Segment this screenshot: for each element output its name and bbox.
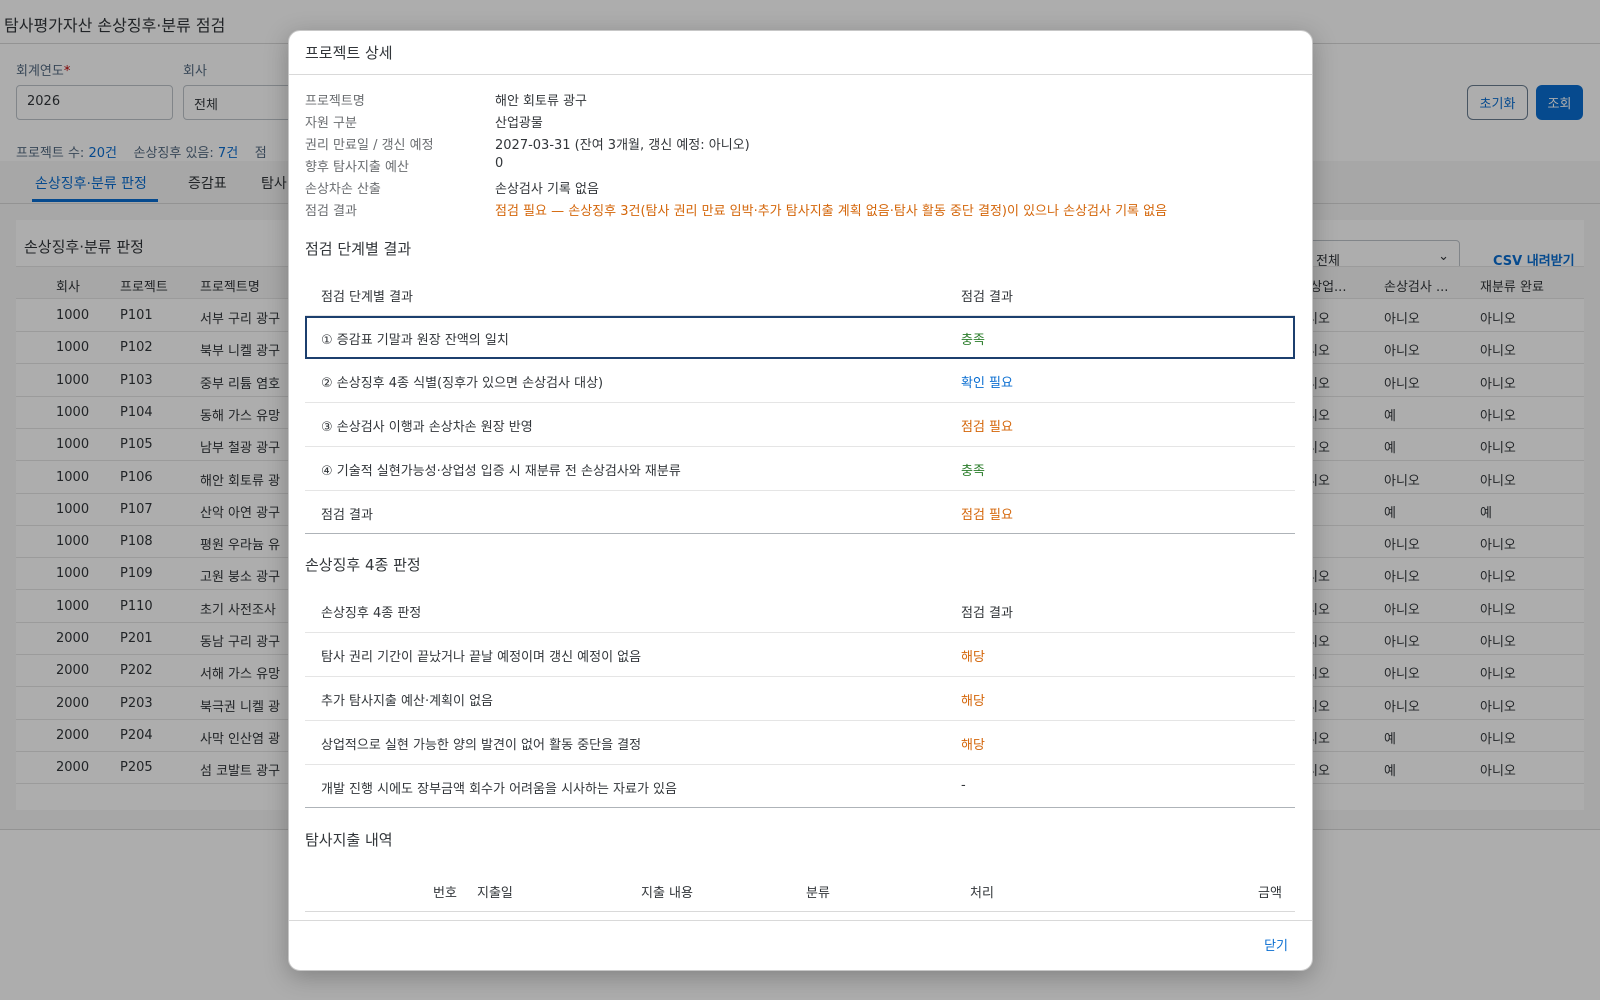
info-value: 2027-03-31 (잔여 3개월, 갱신 예정: 아니오) [495, 138, 750, 153]
step-row[interactable]: ① 증감표 기말과 원장 잔액의 일치 충족 [305, 316, 1295, 359]
exp-col-amount[interactable]: 금액 [1258, 882, 1282, 901]
step-item: ④ 기술적 실현가능성·상업성 입증 시 재분류 전 손상검사와 재분류 [321, 464, 681, 479]
step-result: 확인 필요 [961, 376, 1013, 391]
exp-col-date[interactable]: 지출일 [477, 882, 513, 901]
indicator-result: - [961, 778, 966, 793]
indicators-header-result: 점검 결과 [961, 606, 1013, 621]
indicators-header-item: 손상징후 4종 판정 [321, 606, 422, 621]
step-row[interactable]: ② 손상징후 4종 식별(징후가 있으면 손상검사 대상) 확인 필요 [305, 359, 1295, 403]
indicator-row[interactable]: 상업적으로 실현 가능한 양의 발견이 없어 활동 중단을 결정 해당 [305, 721, 1295, 765]
steps-table-header: 점검 단계별 결과 점검 결과 [305, 271, 1295, 316]
info-label: 자원 구분 [305, 116, 357, 131]
dialog-body: 프로젝트명 해안 회토류 광구 자원 구분 산업광물 권리 만료일 / 갱신 예… [289, 75, 1312, 922]
step-row[interactable]: ③ 손상검사 이행과 손상차손 원장 반영 점검 필요 [305, 403, 1295, 447]
step-result: 점검 필요 [961, 508, 1013, 523]
exp-col-desc[interactable]: 지출 내용 [641, 882, 693, 901]
step-item: ① 증감표 기말과 원장 잔액의 일치 [321, 333, 509, 348]
step-result: 충족 [961, 333, 985, 348]
dialog-title: 프로젝트 상세 [289, 31, 1312, 75]
expenditure-table-header: 번호 지출일 지출 내용 분류 처리 금액 [305, 866, 1295, 912]
info-value: 0 [495, 156, 504, 171]
step-item: 점검 결과 [321, 508, 373, 523]
step-row[interactable]: ④ 기술적 실현가능성·상업성 입증 시 재분류 전 손상검사와 재분류 충족 [305, 447, 1295, 491]
indicators-table-header: 손상징후 4종 판정 점검 결과 [305, 586, 1295, 633]
info-label: 프로젝트명 [305, 94, 365, 109]
indicator-result: 해당 [961, 694, 985, 709]
info-label: 권리 만료일 / 갱신 예정 [305, 138, 434, 153]
indicator-item: 개발 진행 시에도 장부금액 회수가 어려움을 시사하는 자료가 있음 [321, 782, 677, 797]
info-value: 산업광물 [495, 116, 543, 131]
indicator-result: 해당 [961, 738, 985, 753]
steps-header-item: 점검 단계별 결과 [321, 290, 413, 305]
close-button[interactable]: 닫기 [1264, 935, 1288, 954]
step-result: 충족 [961, 464, 985, 479]
indicator-row[interactable]: 탐사 권리 기간이 끝났거나 끝날 예정이며 갱신 예정이 없음 해당 [305, 633, 1295, 677]
indicators-section-title: 손상징후 4종 판정 [305, 556, 421, 574]
exp-col-no[interactable]: 번호 [433, 882, 457, 901]
indicator-row[interactable]: 개발 진행 시에도 장부금액 회수가 어려움을 시사하는 자료가 있음 - [305, 765, 1295, 808]
steps-section-title: 점검 단계별 결과 [305, 240, 412, 258]
exp-col-category[interactable]: 분류 [806, 882, 830, 901]
indicator-item: 추가 탐사지출 예산·계획이 없음 [321, 694, 494, 709]
step-item: ② 손상징후 4종 식별(징후가 있으면 손상검사 대상) [321, 376, 604, 391]
info-label: 점검 결과 [305, 204, 357, 219]
step-item: ③ 손상검사 이행과 손상차손 원장 반영 [321, 420, 533, 435]
indicator-result: 해당 [961, 650, 985, 665]
indicator-item: 상업적으로 실현 가능한 양의 발견이 없어 활동 중단을 결정 [321, 738, 642, 753]
info-value-warning: 점검 필요 — 손상징후 3건(탐사 권리 만료 임박·추가 탐사지출 계획 없… [495, 204, 1168, 219]
step-summary-row[interactable]: 점검 결과 점검 필요 [305, 491, 1295, 534]
indicator-item: 탐사 권리 기간이 끝났거나 끝날 예정이며 갱신 예정이 없음 [321, 650, 642, 665]
dialog-footer: 닫기 [289, 920, 1312, 970]
step-result: 점검 필요 [961, 420, 1013, 435]
info-label: 손상차손 산출 [305, 182, 381, 197]
info-label: 향후 탐사지출 예산 [305, 160, 409, 175]
expenditure-section-title: 탐사지출 내역 [305, 831, 393, 849]
project-detail-dialog: 프로젝트 상세 프로젝트명 해안 회토류 광구 자원 구분 산업광물 권리 만료… [288, 30, 1313, 971]
exp-col-process[interactable]: 처리 [970, 882, 994, 901]
info-value: 해안 회토류 광구 [495, 94, 587, 109]
steps-header-result: 점검 결과 [961, 290, 1013, 305]
info-value: 손상검사 기록 없음 [495, 182, 599, 197]
indicator-row[interactable]: 추가 탐사지출 예산·계획이 없음 해당 [305, 677, 1295, 721]
